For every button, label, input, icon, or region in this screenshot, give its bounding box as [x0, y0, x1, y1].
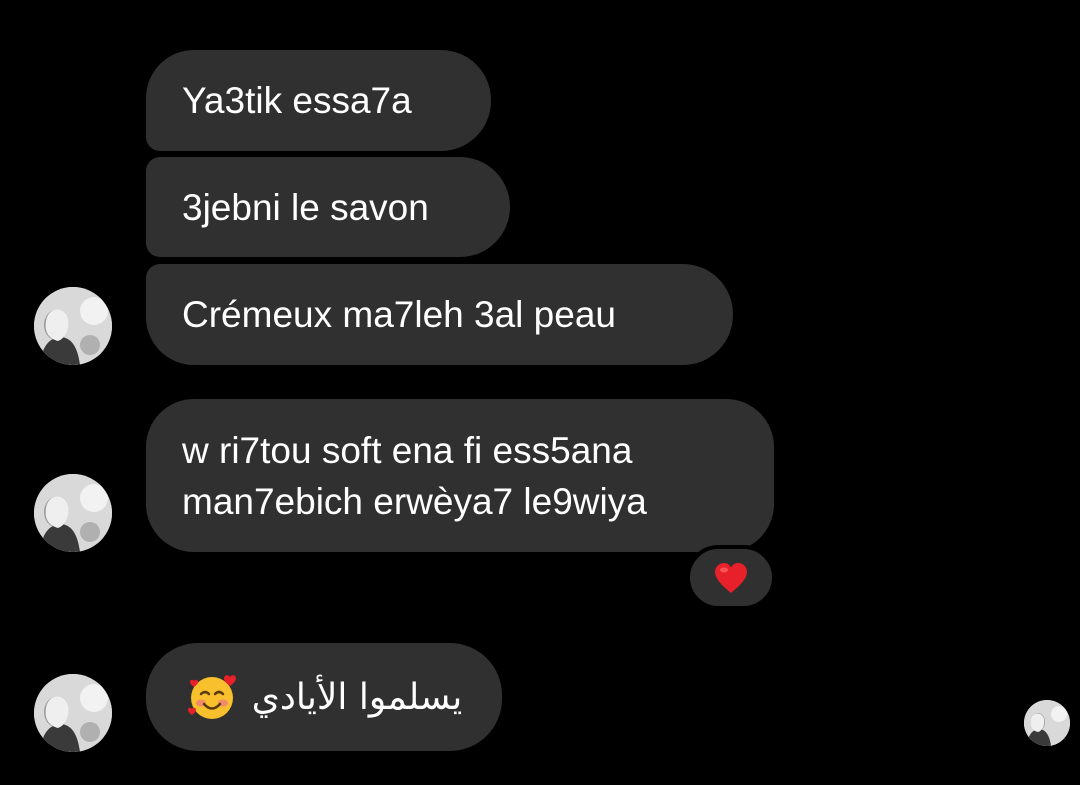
message-text-line: man7ebich erwèya7 le9wiya [182, 480, 647, 522]
avatar-photo [34, 287, 112, 365]
avatar-photo [34, 474, 112, 552]
message-bubble[interactable]: Ya3tik essa7a [146, 50, 491, 151]
message-text: Crémeux ma7leh 3al peau [182, 294, 616, 335]
message-text: يسلموا الأيادي [251, 676, 463, 718]
message-bubble[interactable]: Crémeux ma7leh 3al peau [146, 264, 733, 365]
smiling-face-with-hearts-icon [187, 675, 236, 719]
message-bubble[interactable]: w ri7tou soft ena fi ess5ana man7ebich e… [146, 399, 774, 552]
message-bubble[interactable]: يسلموا الأيادي [146, 643, 502, 751]
reaction-badge[interactable] [686, 545, 776, 610]
heart-icon [715, 562, 747, 593]
avatar-photo [34, 674, 112, 752]
message-content: يسلموا الأيادي [186, 671, 463, 723]
message-text: Ya3tik essa7a [182, 80, 412, 121]
contact-avatar[interactable] [34, 474, 112, 552]
message-text: 3jebni le savon [182, 186, 429, 228]
contact-avatar[interactable] [34, 287, 112, 365]
message-bubble[interactable]: 3jebni le savon [146, 157, 510, 257]
contact-avatar[interactable] [34, 674, 112, 752]
seen-avatar [1024, 700, 1070, 746]
avatar-photo [1024, 700, 1070, 746]
message-text-line: w ri7tou soft ena fi ess5ana [182, 429, 633, 471]
